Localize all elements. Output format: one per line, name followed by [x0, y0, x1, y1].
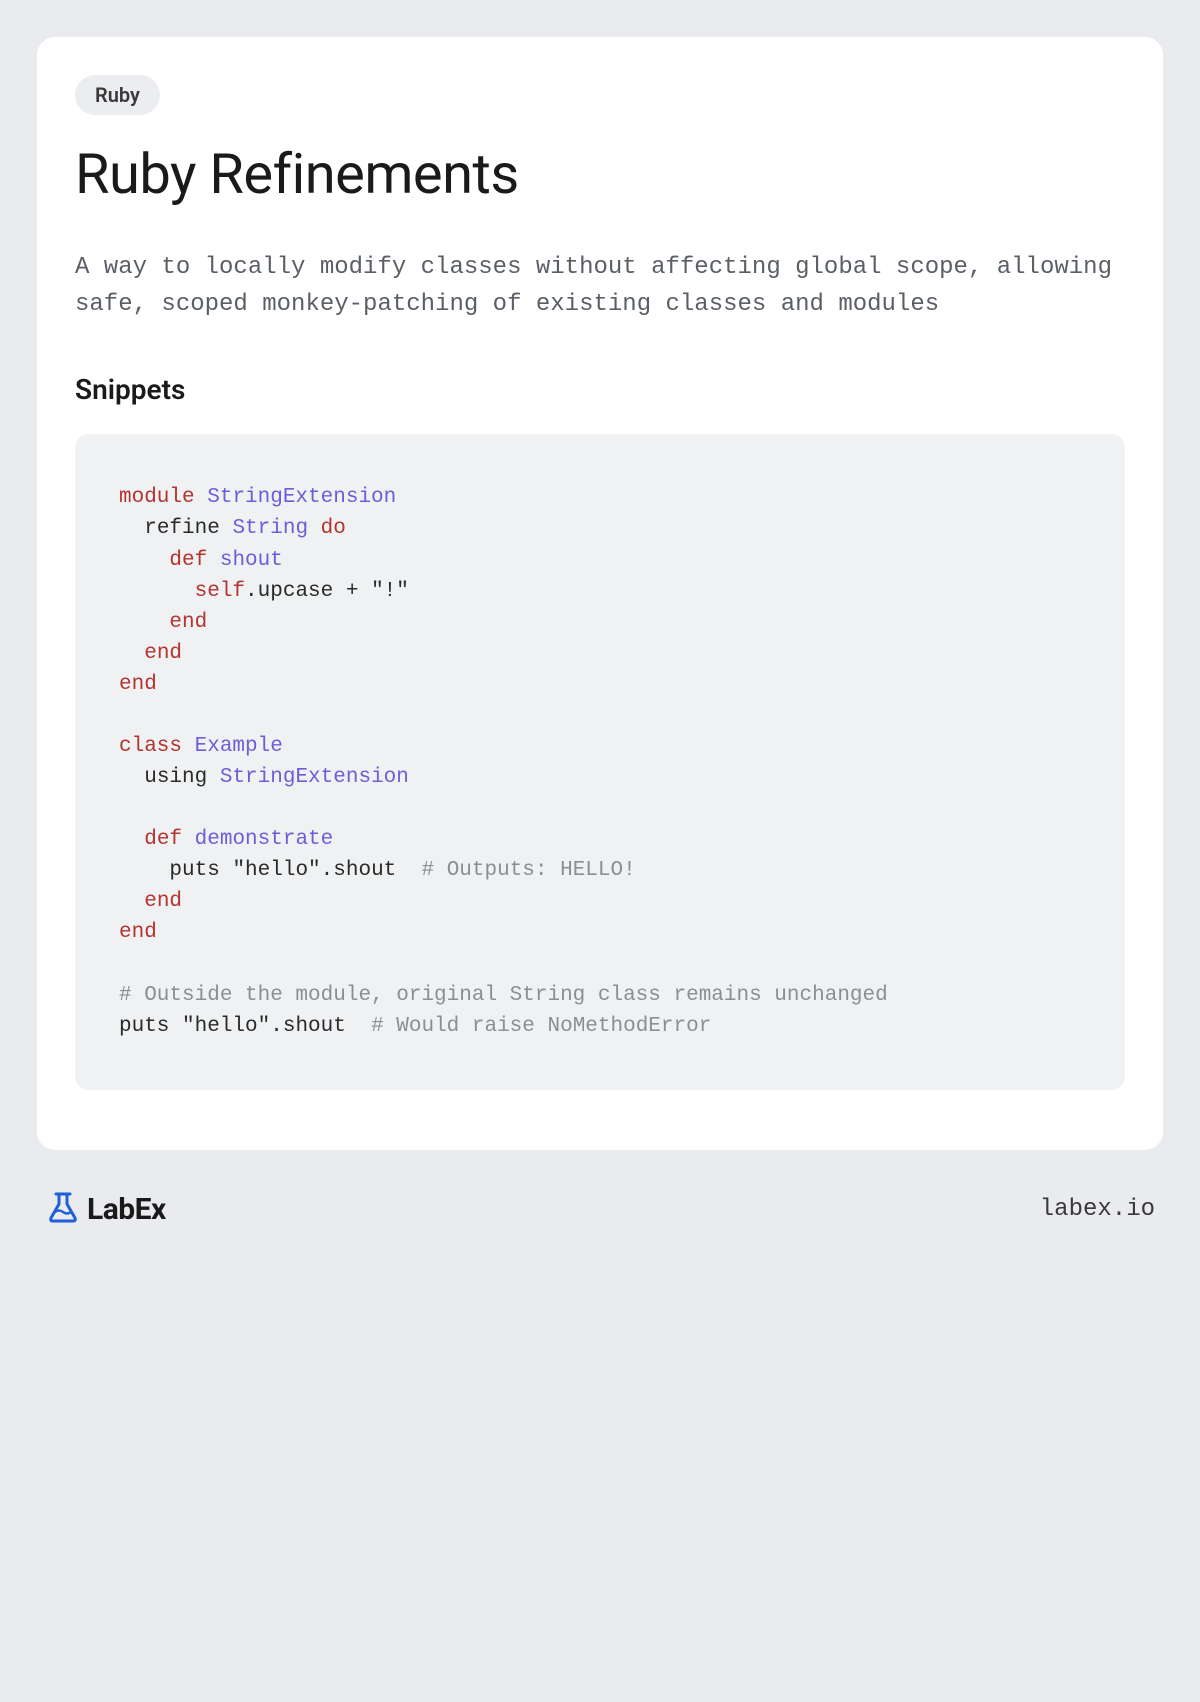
footer-url: labex.io — [1040, 1196, 1155, 1223]
snippets-heading: Snippets — [75, 373, 1125, 406]
description-text: A way to locally modify classes without … — [75, 249, 1125, 323]
code-snippet: module StringExtension refine String do … — [75, 434, 1125, 1089]
content-card: Ruby Ruby Refinements A way to locally m… — [37, 37, 1163, 1150]
page-footer: LabEx labex.io — [37, 1180, 1163, 1230]
flask-icon — [45, 1190, 81, 1230]
brand-name: LabEx — [87, 1192, 166, 1227]
page-title: Ruby Refinements — [75, 141, 1125, 207]
brand-logo: LabEx — [45, 1190, 166, 1230]
language-tag: Ruby — [75, 75, 160, 115]
